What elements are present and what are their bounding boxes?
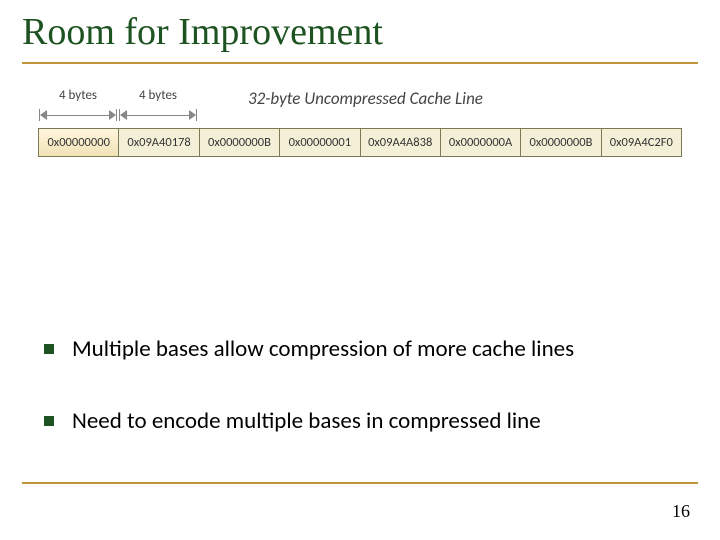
cache-line-diagram: 4 bytes 4 bytes 32-byte Uncompressed Cac… bbox=[38, 88, 682, 141]
byte-cell: 0x09A4A838 bbox=[361, 129, 441, 156]
footer-rule bbox=[22, 482, 698, 484]
bullet-square-icon bbox=[44, 416, 54, 426]
page-number: 16 bbox=[672, 501, 690, 522]
title-underline bbox=[22, 62, 698, 64]
byte-cell: 0x09A40178 bbox=[119, 129, 199, 156]
dim-label-1: 4 bytes bbox=[38, 88, 118, 103]
dim-arrow-1 bbox=[40, 108, 116, 124]
bullet-text: Need to encode multiple bases in compres… bbox=[72, 407, 541, 435]
diagram-heading: 32-byte Uncompressed Cache Line bbox=[248, 88, 483, 109]
slide-title: Room for Improvement bbox=[22, 10, 383, 54]
slide: Room for Improvement 4 bytes 4 bytes 32-… bbox=[0, 0, 720, 540]
bullet-square-icon bbox=[44, 344, 54, 354]
byte-cell: 0x00000001 bbox=[280, 129, 360, 156]
byte-row: 0x00000000 0x09A40178 0x0000000B 0x00000… bbox=[38, 128, 682, 157]
bullet-item: Need to encode multiple bases in compres… bbox=[44, 407, 680, 435]
dim-arrow-2 bbox=[120, 108, 196, 124]
byte-cell: 0x0000000B bbox=[200, 129, 280, 156]
bullet-list: Multiple bases allow compression of more… bbox=[44, 335, 680, 479]
dimension-labels: 4 bytes 4 bytes 32-byte Uncompressed Cac… bbox=[38, 88, 682, 112]
dim-label-2: 4 bytes bbox=[118, 88, 198, 103]
bullet-item: Multiple bases allow compression of more… bbox=[44, 335, 680, 363]
byte-cell: 0x0000000A bbox=[441, 129, 521, 156]
bullet-text: Multiple bases allow compression of more… bbox=[72, 335, 574, 363]
byte-cell: 0x09A4C2F0 bbox=[602, 129, 681, 156]
byte-cell: 0x00000000 bbox=[39, 129, 119, 156]
byte-cell: 0x0000000B bbox=[521, 129, 601, 156]
